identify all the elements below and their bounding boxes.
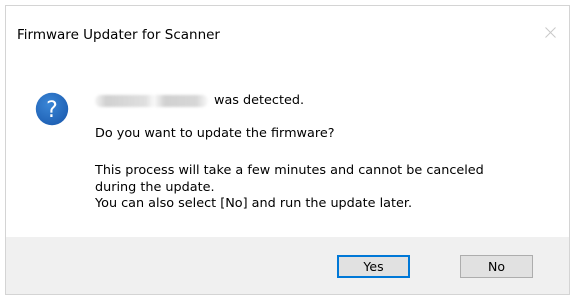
- detected-message: was detected.: [95, 93, 304, 110]
- scanner-name-redacted: [95, 95, 208, 108]
- window-title: Firmware Updater for Scanner: [17, 27, 220, 43]
- close-icon: [544, 26, 556, 38]
- close-button[interactable]: [531, 6, 569, 58]
- yes-button[interactable]: Yes: [337, 255, 410, 278]
- process-note-line-2: during the update.: [95, 179, 215, 195]
- button-bar: Yes No: [6, 237, 569, 294]
- detected-text: was detected.: [214, 93, 305, 108]
- title-bar[interactable]: Firmware Updater for Scanner: [6, 6, 569, 58]
- process-note: This process will take a few minutes and…: [95, 163, 484, 213]
- question-icon: ?: [35, 92, 69, 126]
- no-button[interactable]: No: [460, 255, 533, 278]
- svg-text:?: ?: [46, 98, 58, 123]
- process-note-line-3: You can also select [No] and run the upd…: [95, 196, 413, 211]
- firmware-update-dialog: Firmware Updater for Scanner ? was detec…: [5, 5, 570, 295]
- process-note-line-1: This process will take a few minutes and…: [95, 163, 484, 178]
- update-question: Do you want to update the firmware?: [95, 126, 335, 141]
- dialog-content: ? was detected. Do you want to update th…: [6, 58, 569, 238]
